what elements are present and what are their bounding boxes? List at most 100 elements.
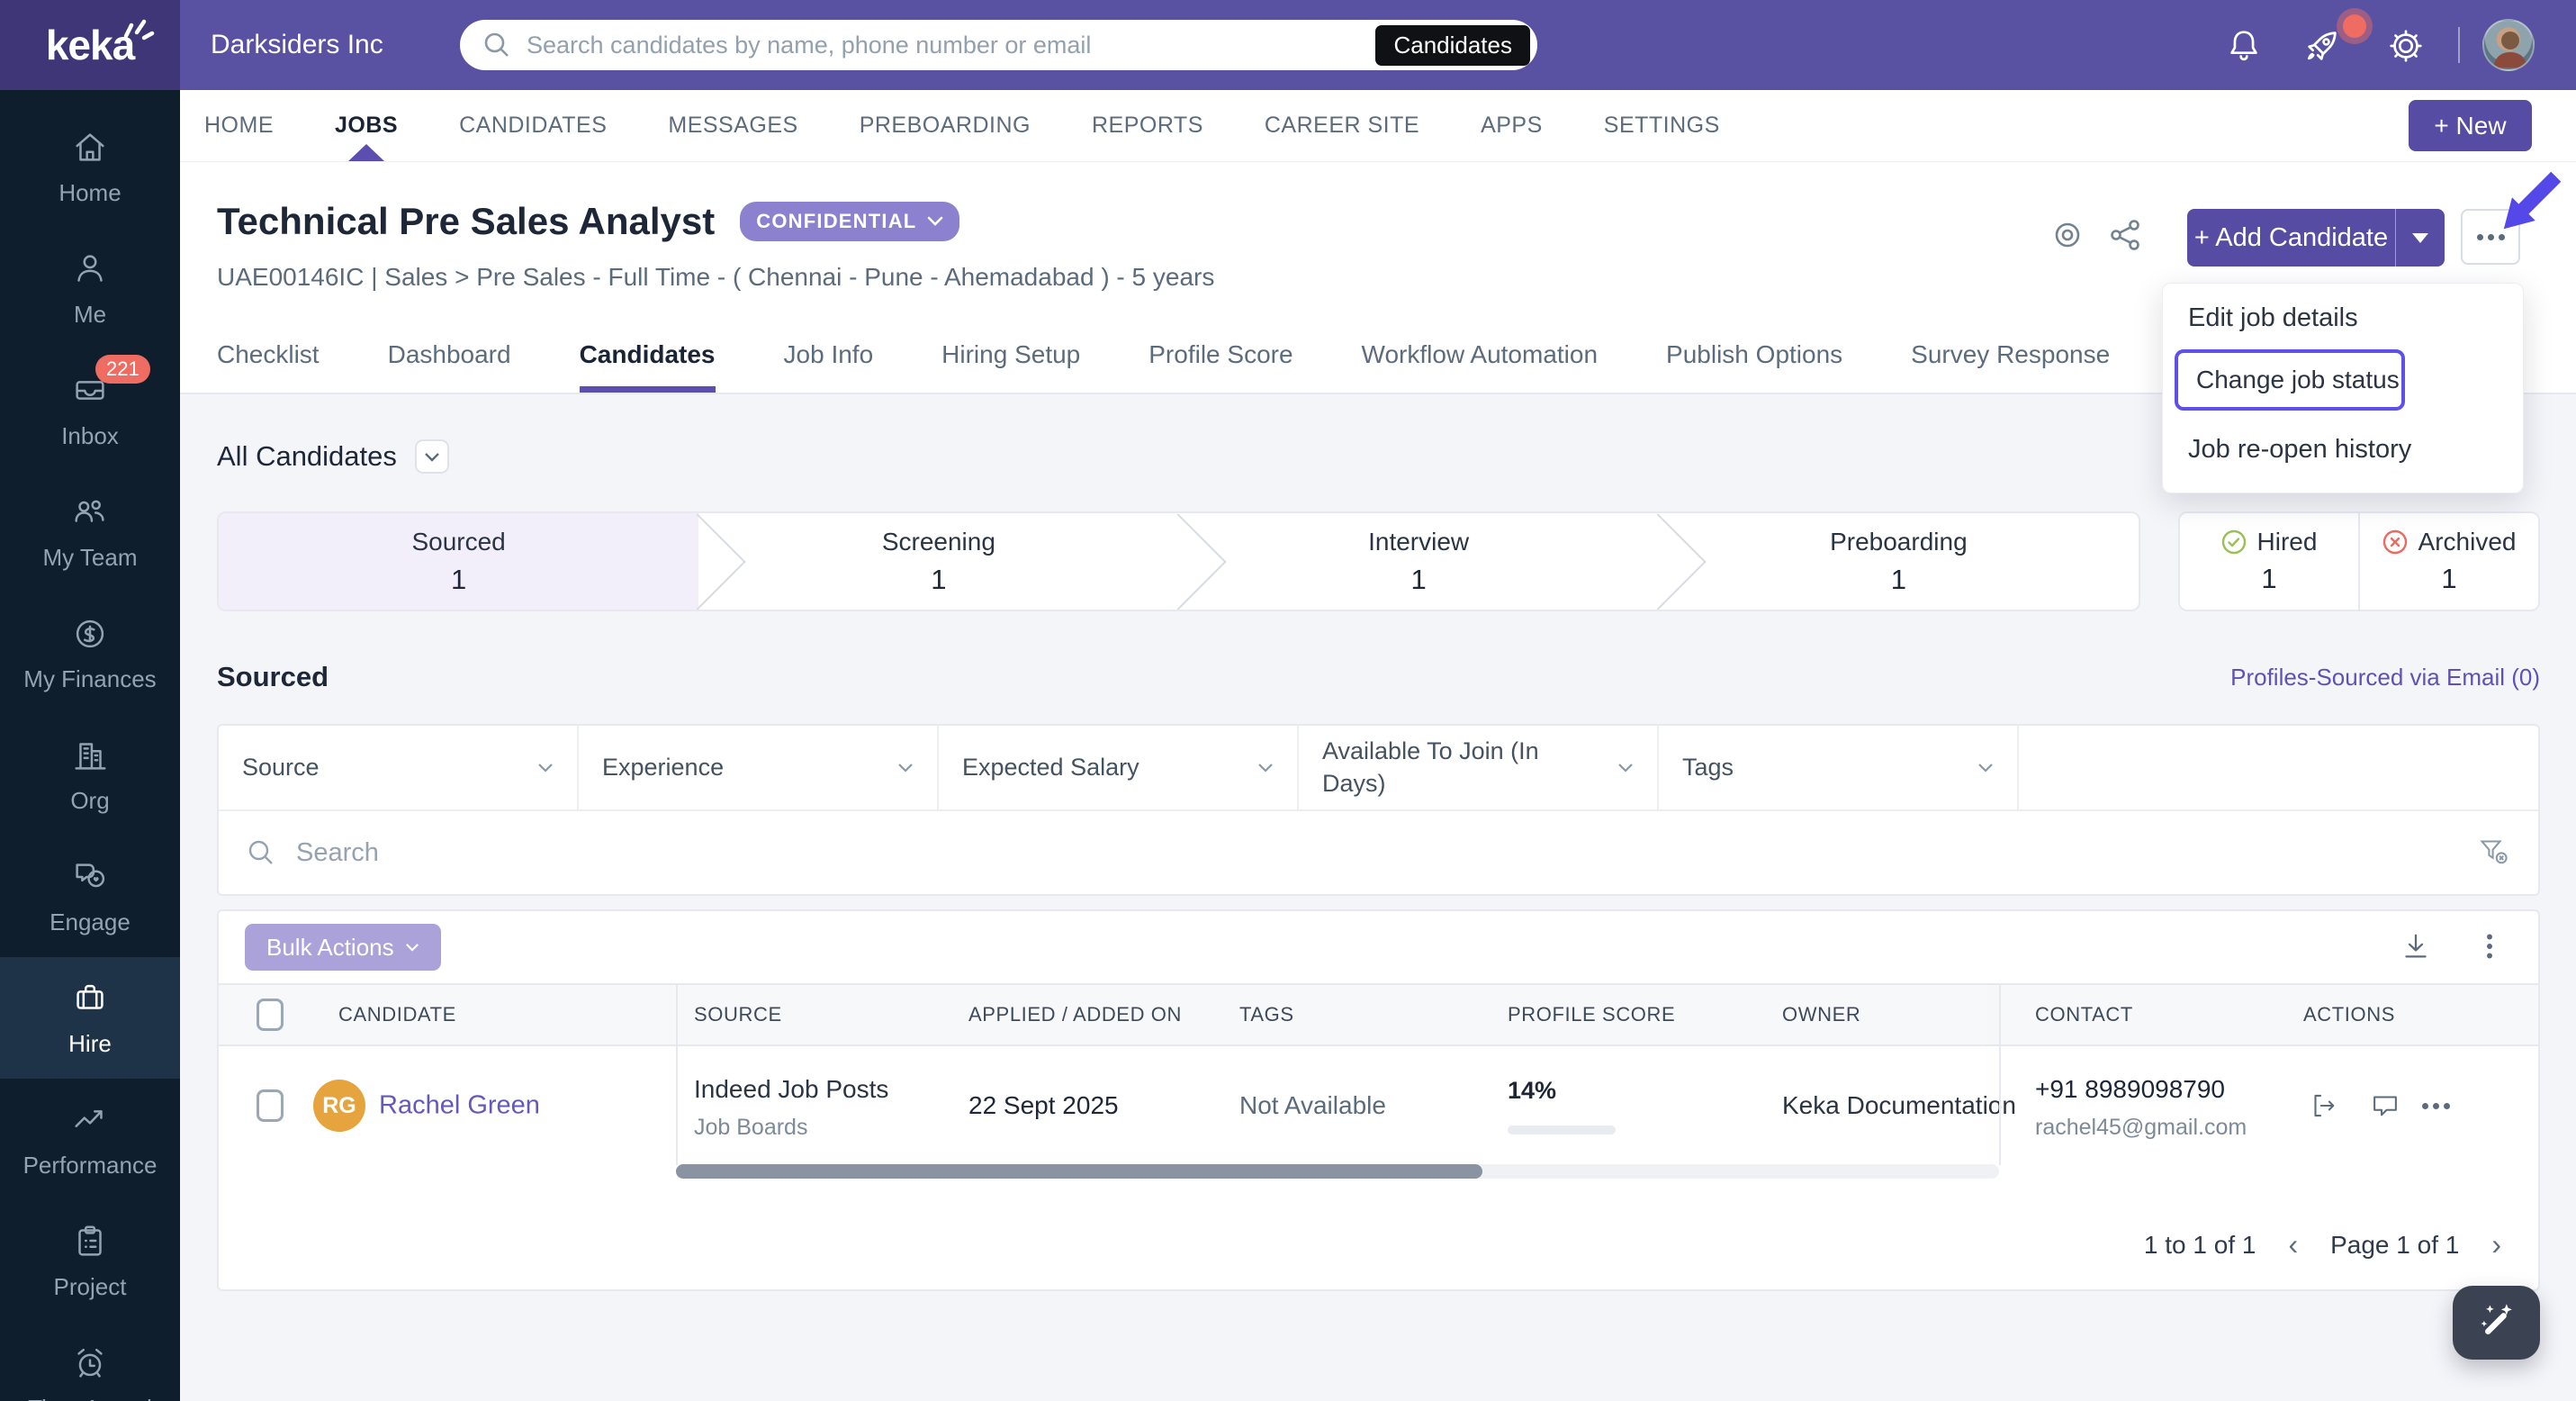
sidebar: Home Me 221 Inbox My Team My Finances Or… [0, 90, 180, 1401]
tab-reports[interactable]: REPORTS [1092, 90, 1203, 161]
profiles-sourced-email-link[interactable]: Profiles-Sourced via Email (0) [2230, 664, 2540, 691]
table-header: CANDIDATE SOURCE APPLIED / ADDED ON TAGS… [219, 983, 2538, 1046]
tab-jobs[interactable]: JOBS [335, 90, 398, 161]
user-icon [69, 249, 111, 290]
candidate-row[interactable]: RG Rachel Green Indeed Job Posts Job Boa… [219, 1048, 2538, 1163]
add-candidate-caret[interactable] [2396, 209, 2445, 267]
job-tab-checklist[interactable]: Checklist [217, 331, 320, 393]
chevron-down-icon [405, 944, 419, 952]
new-button[interactable]: + New [2409, 100, 2532, 151]
candidates-table-card: Bulk Actions CANDIDATE SOURCE APPLIED / … [217, 909, 2540, 1291]
job-tab-publish-options[interactable]: Publish Options [1666, 331, 1842, 393]
candidates-content: All Candidates Sourced 1 Screening 1 Int… [180, 394, 2576, 1401]
search-scope-chip[interactable]: Candidates [1375, 24, 1530, 66]
ai-assistant-wand-button[interactable] [2453, 1286, 2540, 1360]
chevron-down-icon [1618, 764, 1633, 773]
tab-apps[interactable]: APPS [1481, 90, 1543, 161]
pagination-page: Page 1 of 1 [2330, 1230, 2460, 1259]
row-checkbox[interactable] [257, 1089, 284, 1122]
topbar-divider [2458, 27, 2460, 63]
main-area: HOME JOBS CANDIDATES MESSAGES PREBOARDIN… [180, 90, 2576, 1401]
tab-settings[interactable]: SETTINGS [1604, 90, 1720, 161]
job-tab-dashboard[interactable]: Dashboard [388, 331, 511, 393]
view-chevron-button[interactable] [414, 439, 449, 474]
menu-item-edit-job-details[interactable]: Edit job details [2188, 303, 2358, 333]
row-more-actions-icon[interactable] [2422, 1089, 2456, 1123]
stage-screening[interactable]: Screening 1 [698, 513, 1178, 610]
filter-expected-salary[interactable]: Expected Salary [939, 726, 1299, 809]
job-more-actions-button[interactable] [2461, 209, 2520, 265]
chevron-down-icon [898, 764, 913, 773]
search-input[interactable] [527, 31, 1362, 59]
tab-messages[interactable]: MESSAGES [668, 90, 797, 161]
job-tab-hiring-setup[interactable]: Hiring Setup [941, 331, 1080, 393]
stage-archived[interactable]: Archived 1 [2360, 513, 2538, 610]
menu-item-change-job-status[interactable]: Change job status [2175, 349, 2405, 411]
stage-hired[interactable]: Hired 1 [2180, 513, 2360, 610]
filter-tags[interactable]: Tags [1659, 726, 2019, 809]
sidebar-item-engage[interactable]: Engage [0, 836, 180, 957]
sidebar-item-time-attend[interactable]: Time Attend [0, 1322, 180, 1401]
job-tab-workflow-automation[interactable]: Workflow Automation [1362, 331, 1599, 393]
sidebar-item-project[interactable]: Project [0, 1200, 180, 1322]
global-search[interactable]: Candidates [460, 20, 1537, 70]
topbar: Darksiders Inc Candidates keka [0, 0, 2576, 90]
confidential-badge[interactable]: CONFIDENTIAL [740, 202, 960, 241]
chevron-down-icon [1258, 764, 1273, 773]
filter-source[interactable]: Source [219, 726, 579, 809]
candidate-search-input[interactable] [296, 837, 2455, 868]
tab-preboarding[interactable]: PREBOARDING [860, 90, 1031, 161]
export-candidate-icon[interactable] [2307, 1089, 2341, 1123]
stage-preboarding[interactable]: Preboarding 1 [1659, 513, 2139, 610]
sidebar-item-org[interactable]: Org [0, 714, 180, 836]
download-icon[interactable] [2397, 927, 2435, 965]
select-all-checkbox[interactable] [257, 999, 284, 1031]
add-candidate-button[interactable]: + Add Candidate [2187, 209, 2445, 267]
job-tab-survey-response[interactable]: Survey Response [1911, 331, 2110, 393]
user-avatar[interactable] [2482, 19, 2535, 71]
filter-experience[interactable]: Experience [579, 726, 939, 809]
menu-item-job-reopen-history[interactable]: Job re-open history [2188, 435, 2411, 465]
sidebar-item-inbox[interactable]: 221 Inbox [0, 349, 180, 471]
sidebar-item-me[interactable]: Me [0, 228, 180, 349]
time-attend-clock-icon [69, 1342, 111, 1384]
notifications-bell-icon[interactable] [2223, 25, 2265, 67]
comment-icon[interactable] [2368, 1089, 2402, 1123]
bulk-actions-button[interactable]: Bulk Actions [245, 924, 441, 971]
view-label: All Candidates [217, 440, 397, 472]
tab-candidates[interactable]: CANDIDATES [459, 90, 607, 161]
candidate-name-link[interactable]: Rachel Green [379, 1091, 540, 1121]
tab-career-site[interactable]: CAREER SITE [1265, 90, 1419, 161]
col-tags: TAGS [1239, 1003, 1294, 1026]
clear-filter-icon[interactable] [2475, 835, 2511, 871]
sourced-heading: Sourced [217, 661, 329, 692]
pagination-range: 1 to 1 of 1 [2143, 1230, 2256, 1259]
job-tab-candidates[interactable]: Candidates [579, 331, 716, 393]
tab-home[interactable]: HOME [204, 90, 274, 161]
sidebar-item-my-team[interactable]: My Team [0, 471, 180, 592]
table-kebab-menu-icon[interactable] [2471, 927, 2508, 965]
filter-available-to-join[interactable]: Available To Join (In Days) [1299, 726, 1659, 809]
horizontal-scrollbar-thumb[interactable] [676, 1164, 1482, 1179]
sidebar-item-my-finances[interactable]: My Finances [0, 592, 180, 714]
sidebar-item-hire[interactable]: Hire [0, 957, 180, 1079]
candidate-view-selector[interactable]: All Candidates [217, 439, 449, 474]
share-icon[interactable] [2106, 216, 2144, 254]
profile-score-bar [1508, 1125, 1616, 1134]
keka-logo[interactable]: keka [0, 0, 180, 90]
sidebar-item-home[interactable]: Home [0, 106, 180, 228]
stage-interview[interactable]: Interview 1 [1179, 513, 1659, 610]
filters-row: Source Experience Expected Salary Availa… [219, 726, 2538, 811]
prev-page-chevron[interactable]: ‹ [2288, 1228, 2298, 1261]
job-tab-profile-score[interactable]: Profile Score [1148, 331, 1293, 393]
module-nav: HOME JOBS CANDIDATES MESSAGES PREBOARDIN… [180, 90, 2576, 162]
watchers-icon[interactable] [2049, 216, 2086, 254]
job-tab-job-info[interactable]: Job Info [784, 331, 874, 393]
sidebar-item-performance[interactable]: Performance [0, 1079, 180, 1200]
stage-sourced[interactable]: Sourced 1 [219, 513, 699, 610]
chevron-down-icon [1978, 764, 1993, 773]
settings-gear-icon[interactable] [2385, 25, 2427, 67]
next-page-chevron[interactable]: › [2491, 1228, 2501, 1261]
logo-spark-icon [119, 13, 155, 41]
whats-new-rocket-icon[interactable] [2301, 25, 2343, 67]
